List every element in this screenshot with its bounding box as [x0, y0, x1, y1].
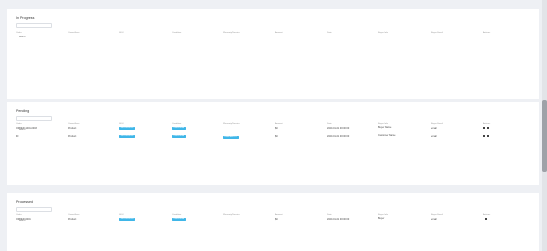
search-input[interactable] — [17, 35, 51, 39]
column-header-warranty: Warranty/Service — [223, 214, 240, 216]
search-field[interactable] — [16, 23, 52, 39]
column-header-date: Date — [327, 123, 332, 125]
column-header-actions: Actions — [483, 214, 491, 216]
column-header-order: Order — [16, 123, 22, 125]
column-header-condition: Condition — [172, 123, 182, 125]
table-cell-item: Product — [68, 135, 77, 138]
column-header-amount: Amount — [275, 123, 283, 125]
delete-icon[interactable] — [485, 217, 488, 220]
column-header-condition: Condition — [172, 32, 182, 34]
column-header-amount: Amount — [275, 32, 283, 34]
table-cell-amount: $0 — [275, 135, 278, 138]
table-cell-order[interactable]: ORDER-1001-0003 — [16, 127, 37, 130]
condition-badge[interactable]: Used-Good — [172, 134, 186, 139]
panel-in-progress: In Progress Order Owner/Item SKU Conditi… — [7, 9, 539, 99]
column-header-actions: Actions — [483, 123, 491, 125]
column-header-buyer: Buyer Info — [378, 214, 388, 216]
table-cell-date: 2020-01-01 00:00:00 — [327, 135, 350, 138]
column-header-order: Order — [16, 32, 22, 34]
table-cell-item: Product — [68, 127, 77, 130]
column-header-item: Owner/Item — [68, 123, 80, 125]
table-cell-buyer: Buyer — [378, 217, 385, 220]
table-cell-email: email — [431, 127, 437, 130]
column-header-date: Date — [327, 32, 332, 34]
column-header-email: Buyer Email — [431, 123, 443, 125]
column-header-sku: SKU — [119, 123, 124, 125]
column-header-sku: SKU — [119, 214, 124, 216]
column-header-buyer: Buyer Info — [378, 123, 388, 125]
column-header-email: Buyer Email — [431, 32, 443, 34]
delete-icon[interactable] — [487, 126, 490, 129]
table-cell-date: 2020-01-01 00:00:00 — [327, 218, 350, 221]
warranty-badge[interactable]: Extended-1Yr — [223, 135, 239, 140]
edit-icon[interactable] — [483, 134, 486, 137]
panel-processed: Processed Order Owner/Item SKU Condition… — [7, 193, 539, 251]
table-cell-amount: $0 — [275, 127, 278, 130]
search-field[interactable] — [16, 207, 52, 223]
column-header-warranty: Warranty/Service — [223, 123, 240, 125]
table-cell-buyer: Customer Name — [378, 134, 396, 137]
panel-pending: Pending Order Owner/Item SKU Condition W… — [7, 102, 539, 185]
table-cell-date: 2020-01-01 00:00:00 — [327, 127, 350, 130]
table-cell-amount: $0 — [275, 218, 278, 221]
table-cell-email: email — [431, 135, 437, 138]
page-scrollbar[interactable] — [542, 0, 547, 251]
edit-icon[interactable] — [483, 126, 486, 129]
column-header-condition: Condition — [172, 214, 182, 216]
sku-badge[interactable]: SKU-0000002 — [119, 134, 136, 139]
column-header-actions: Actions — [483, 32, 491, 34]
column-header-date: Date — [327, 214, 332, 216]
sku-badge[interactable]: SKU-0000001 — [119, 126, 136, 131]
scrollbar-thumb[interactable] — [542, 100, 547, 172]
column-header-amount: Amount — [275, 214, 283, 216]
condition-badge[interactable]: Used-Good — [172, 126, 186, 131]
column-header-email: Buyer Email — [431, 214, 443, 216]
condition-badge[interactable]: Used-Good — [172, 217, 186, 222]
column-header-item: Owner/Item — [68, 214, 80, 216]
column-header-buyer: Buyer Info — [378, 32, 388, 34]
table-cell-order[interactable]: ORDER-0001 — [16, 218, 31, 221]
column-header-warranty: Warranty/Service — [223, 32, 240, 34]
panel-title: Pending — [16, 109, 30, 113]
panel-title: In Progress — [16, 16, 35, 20]
search-field[interactable] — [16, 116, 52, 132]
panel-title: Processed — [16, 200, 33, 204]
delete-icon[interactable] — [487, 134, 490, 137]
table-cell-buyer: Buyer Name — [378, 126, 392, 129]
table-cell-item: Product — [68, 218, 77, 221]
column-header-order: Order — [16, 214, 22, 216]
table-cell-order[interactable]: ID — [16, 135, 18, 138]
column-header-sku: SKU — [119, 32, 124, 34]
table-cell-email: email — [431, 218, 437, 221]
column-header-item: Owner/Item — [68, 32, 80, 34]
sku-badge[interactable]: SKU-0000003 — [119, 217, 136, 222]
